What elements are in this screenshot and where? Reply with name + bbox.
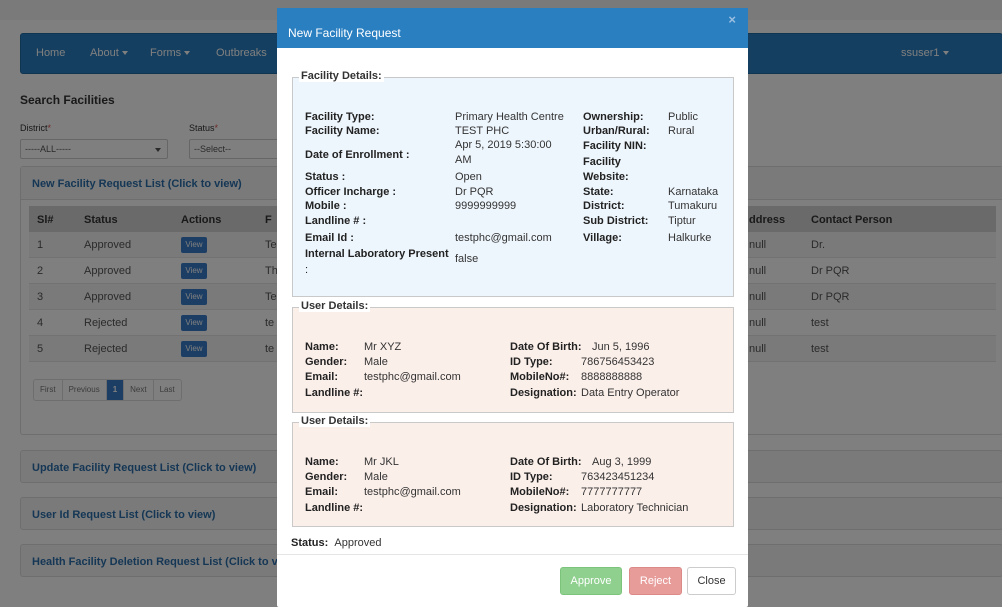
user-details-section: User Details: Name: Mr JKL Gender: Male … <box>292 415 734 527</box>
id-type-label: ID Type: <box>510 356 553 368</box>
dob-label: Date Of Birth: <box>510 456 582 468</box>
close-icon[interactable]: × <box>728 12 736 27</box>
user-details-legend: User Details: <box>299 300 371 312</box>
email-value: testphc@gmail.com <box>455 232 552 244</box>
dob-value: Aug 3, 1999 <box>592 456 652 468</box>
request-status-value: Approved <box>334 537 382 549</box>
user-details-legend: User Details: <box>299 415 371 427</box>
landline-label: Landline # : <box>305 215 367 227</box>
urban-rural-label: Urban/Rural: <box>583 125 650 137</box>
new-facility-request-modal: New Facility Request × Facility Details:… <box>277 8 748 607</box>
id-type-value: 763423451234 <box>581 471 655 483</box>
designation-label: Designation: <box>510 502 577 514</box>
user-email-label: Email: <box>305 486 339 498</box>
state-value: Karnataka <box>668 186 719 198</box>
lab-present-label: Internal Laboratory Present <box>305 248 449 260</box>
user-email-value: testphc@gmail.com <box>364 486 461 498</box>
user-name-label: Name: <box>305 341 339 353</box>
request-status: Status: Approved <box>291 537 382 549</box>
user-mobile-label: MobileNo#: <box>510 486 570 498</box>
user-details-section: User Details: Name: Mr XYZ Gender: Male … <box>292 300 734 413</box>
user-landline-label: Landline #: <box>305 387 364 399</box>
officer-value: Dr PQR <box>455 186 494 198</box>
id-type-label: ID Type: <box>510 471 553 483</box>
facility-details-section: Facility Details: Facility Type: Primary… <box>292 70 734 297</box>
mobile-value: 9999999999 <box>455 200 517 212</box>
user-name-value: Mr JKL <box>364 456 399 468</box>
approve-button[interactable]: Approve <box>560 567 622 595</box>
facility-nin-label-cont: Facility <box>583 156 621 168</box>
mobile-label: Mobile : <box>305 200 347 212</box>
urban-rural-value: Rural <box>668 125 695 137</box>
lab-present-colon: : <box>305 264 309 276</box>
user-email-value: testphc@gmail.com <box>364 371 461 383</box>
enrollment-date-label: Date of Enrollment : <box>305 149 410 161</box>
designation-value: Laboratory Technician <box>581 502 689 514</box>
user-mobile-value: 8888888888 <box>581 371 643 383</box>
dob-label: Date Of Birth: <box>510 341 582 353</box>
gender-label: Gender: <box>305 471 348 483</box>
user-mobile-label: MobileNo#: <box>510 371 570 383</box>
status-label: Status : <box>305 171 346 183</box>
close-button[interactable]: Close <box>687 567 736 595</box>
facility-type-value: Primary Health Centre <box>455 111 564 123</box>
user-name-value: Mr XYZ <box>364 341 402 353</box>
facility-name-value: TEST PHC <box>455 125 510 137</box>
facility-name-label: Facility Name: <box>305 125 380 137</box>
modal-title: New Facility Request <box>288 26 401 40</box>
enrollment-date-value: Apr 5, 2019 5:30:00 <box>455 139 552 151</box>
state-label: State: <box>583 186 614 198</box>
ownership-value: Public <box>668 111 698 123</box>
sub-district-label: Sub District: <box>583 215 649 227</box>
village-label: Village: <box>583 232 622 244</box>
user-name-label: Name: <box>305 456 339 468</box>
village-value: Halkurke <box>668 232 712 244</box>
user-mobile-value: 7777777777 <box>581 486 643 498</box>
officer-label: Officer Incharge : <box>305 186 397 198</box>
sub-district-value: Tiptur <box>668 215 696 227</box>
ownership-label: Ownership: <box>583 111 644 123</box>
footer-divider <box>277 554 748 555</box>
gender-label: Gender: <box>305 356 348 368</box>
status-value: Open <box>455 171 482 183</box>
district-value: Tumakuru <box>668 200 718 212</box>
reject-button[interactable]: Reject <box>629 567 682 595</box>
request-status-label: Status: <box>291 537 329 549</box>
district-label: District: <box>583 200 625 212</box>
id-type-value: 786756453423 <box>581 356 655 368</box>
designation-value: Data Entry Operator <box>581 387 680 399</box>
facility-details-legend: Facility Details: <box>299 70 384 82</box>
facility-type-label: Facility Type: <box>305 111 375 123</box>
enrollment-time-suffix: AM <box>455 154 472 166</box>
designation-label: Designation: <box>510 387 577 399</box>
facility-nin-label: Facility NIN: <box>583 140 647 152</box>
modal-header: New Facility Request × <box>277 8 748 48</box>
gender-value: Male <box>364 471 388 483</box>
email-label: Email Id : <box>305 232 354 244</box>
user-landline-label: Landline #: <box>305 502 364 514</box>
gender-value: Male <box>364 356 388 368</box>
user-email-label: Email: <box>305 371 339 383</box>
lab-present-value: false <box>455 253 479 265</box>
website-label: Website: <box>583 171 629 183</box>
dob-value: Jun 5, 1996 <box>592 341 650 353</box>
